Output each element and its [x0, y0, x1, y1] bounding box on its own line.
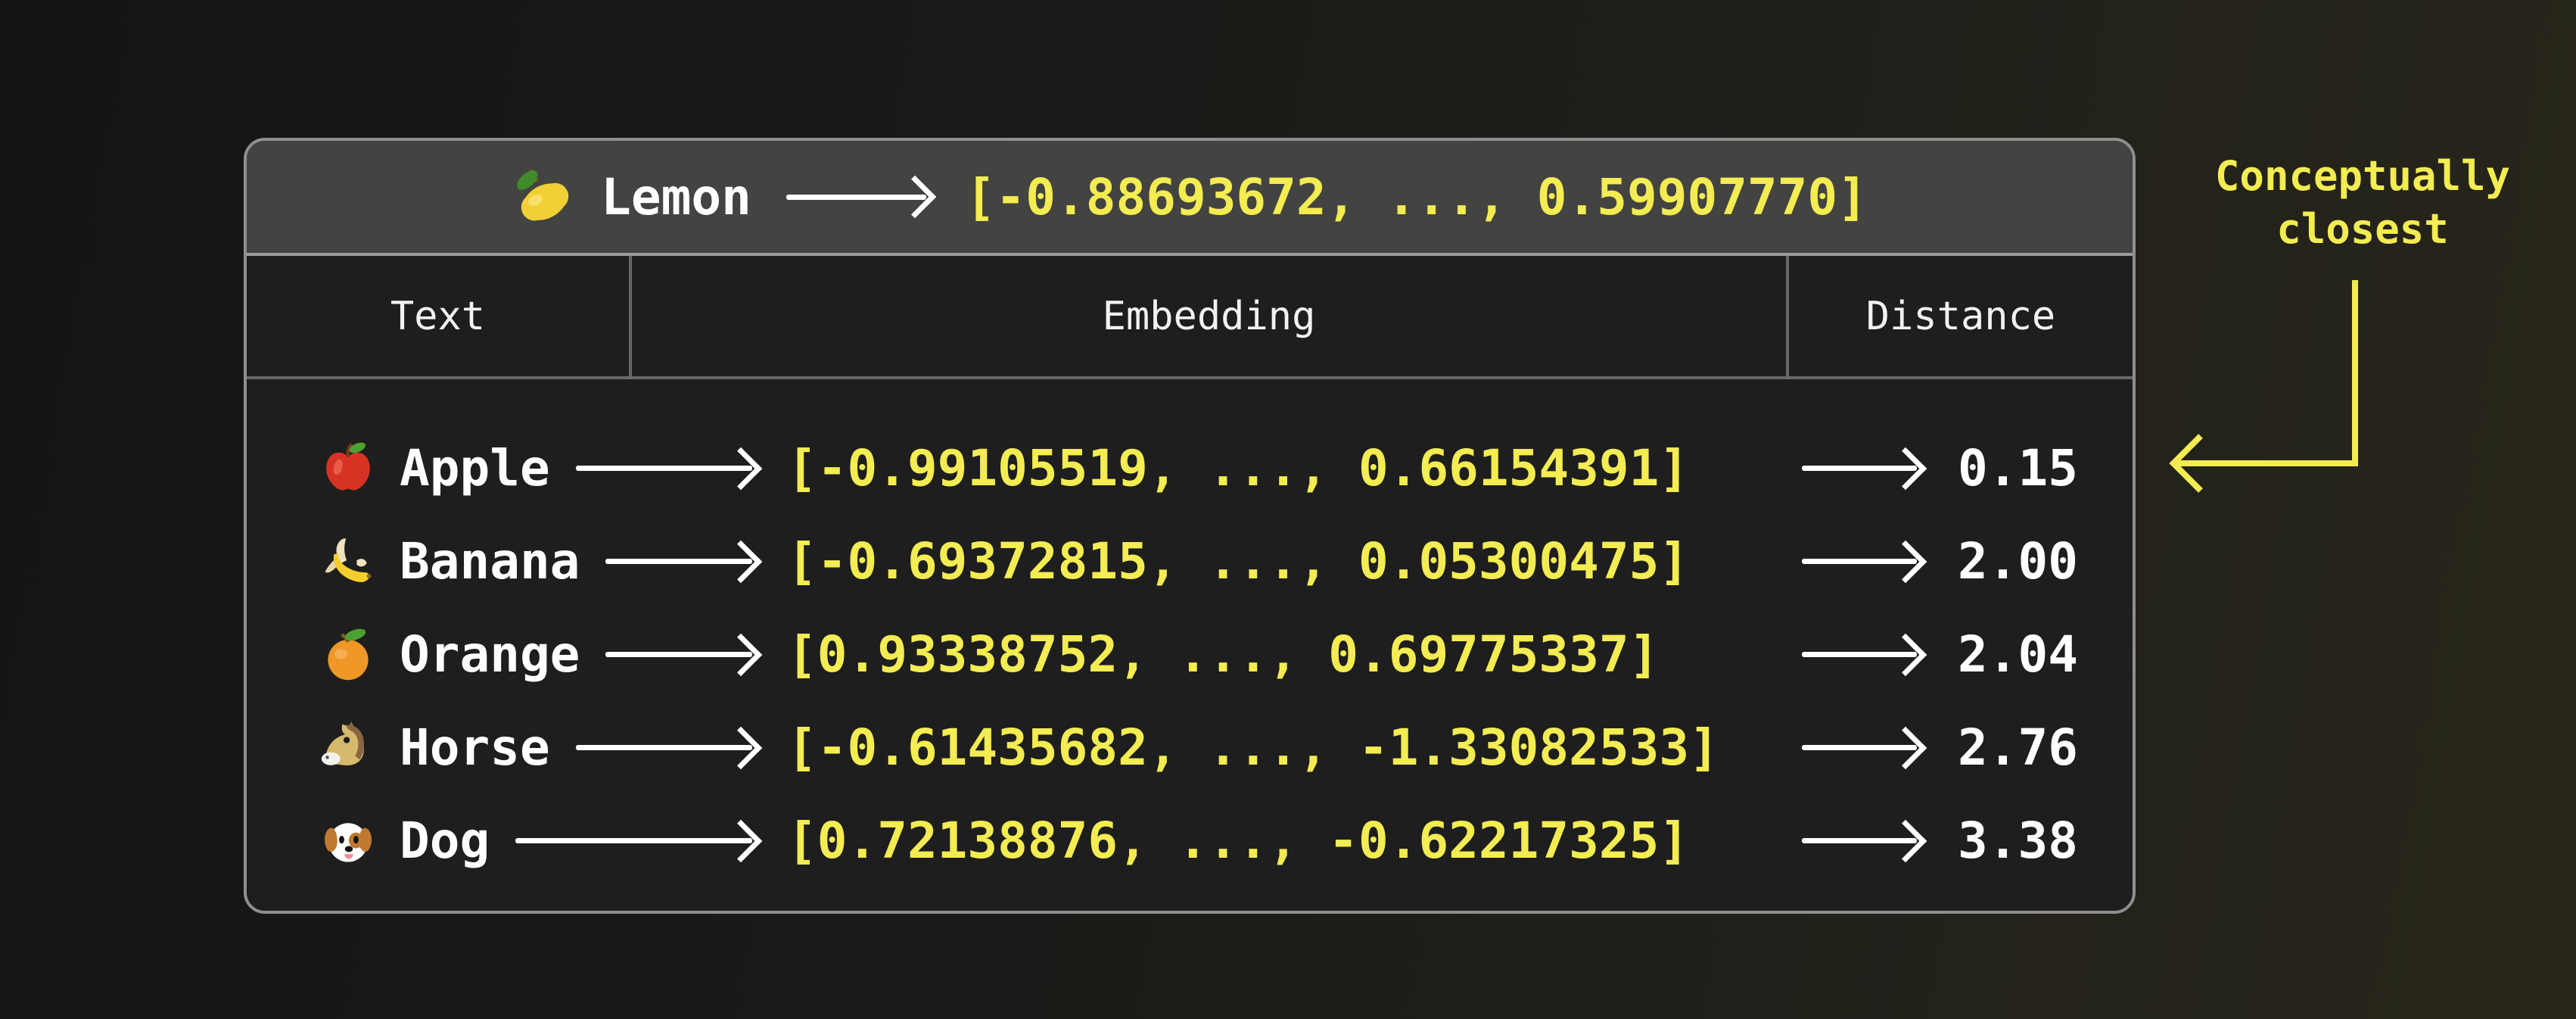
query-embedding: [-0.88693672, ..., 0.59907770] — [966, 168, 1868, 226]
row-distance: 0.15 — [1952, 439, 2087, 497]
row-distance: 3.38 — [1952, 812, 2087, 870]
canvas: Lemon [-0.88693672, ..., 0.59907770] Tex… — [0, 0, 2576, 1019]
arrow-right-icon — [786, 195, 926, 200]
table-body: Apple [-0.99105519, ..., 0.66154391] 0.1… — [247, 379, 2133, 887]
table-row-orange: Orange [0.93338752, ..., 0.69775337] 2.0… — [247, 608, 2133, 701]
arrow-right-icon — [576, 466, 752, 471]
arrow-right-icon — [605, 559, 752, 564]
row-text: Apple — [400, 439, 550, 497]
table-row-dog: Dog [0.72138876, ..., -0.62217325] 3.38 — [247, 794, 2133, 887]
apple-icon — [319, 440, 377, 497]
table-row-apple: Apple [-0.99105519, ..., 0.66154391] 0.1… — [247, 422, 2133, 515]
row-text: Orange — [400, 625, 580, 684]
query-label: Lemon — [601, 168, 751, 226]
arrow-right-icon — [515, 838, 752, 843]
table-row-horse: Horse [-0.61435682, ..., -1.33082533] 2.… — [247, 701, 2133, 794]
table-row-banana: Banana [-0.69372815, ..., 0.05300475] 2.… — [247, 515, 2133, 608]
arrow-right-icon — [605, 652, 752, 657]
column-header-distance: Distance — [1786, 256, 2133, 376]
arrow-right-icon — [1802, 466, 1917, 471]
row-text: Banana — [400, 532, 580, 591]
row-text: Dog — [400, 812, 490, 870]
row-embedding: [-0.99105519, ..., 0.66154391] — [787, 439, 1790, 497]
orange-icon — [319, 626, 377, 684]
table-header-row: Text Embedding Distance — [247, 256, 2133, 379]
arrow-right-icon — [1802, 652, 1917, 657]
query-header: Lemon [-0.88693672, ..., 0.59907770] — [247, 141, 2133, 256]
banana-icon — [319, 533, 377, 591]
lemon-icon — [512, 164, 578, 230]
row-text: Horse — [400, 718, 550, 777]
arrow-right-icon — [1802, 745, 1917, 750]
annotation-label: Conceptually closest — [2173, 150, 2552, 256]
arrow-right-icon — [1802, 838, 1917, 843]
row-distance: 2.76 — [1952, 718, 2087, 777]
column-header-text: Text — [247, 256, 629, 376]
embedding-card: Lemon [-0.88693672, ..., 0.59907770] Tex… — [244, 138, 2136, 914]
dog-icon — [319, 812, 377, 870]
row-distance: 2.00 — [1952, 532, 2087, 591]
row-embedding: [-0.69372815, ..., 0.05300475] — [787, 532, 1790, 591]
row-embedding: [-0.61435682, ..., -1.33082533] — [787, 718, 1790, 777]
arrow-right-icon — [1802, 559, 1917, 564]
row-distance: 2.04 — [1952, 625, 2087, 684]
column-header-embedding: Embedding — [629, 256, 1786, 376]
arrow-right-icon — [576, 745, 752, 750]
row-embedding: [0.72138876, ..., -0.62217325] — [787, 812, 1790, 870]
horse-icon — [319, 719, 377, 777]
annotation-arrow-icon — [2157, 273, 2376, 500]
row-embedding: [0.93338752, ..., 0.69775337] — [787, 625, 1790, 684]
